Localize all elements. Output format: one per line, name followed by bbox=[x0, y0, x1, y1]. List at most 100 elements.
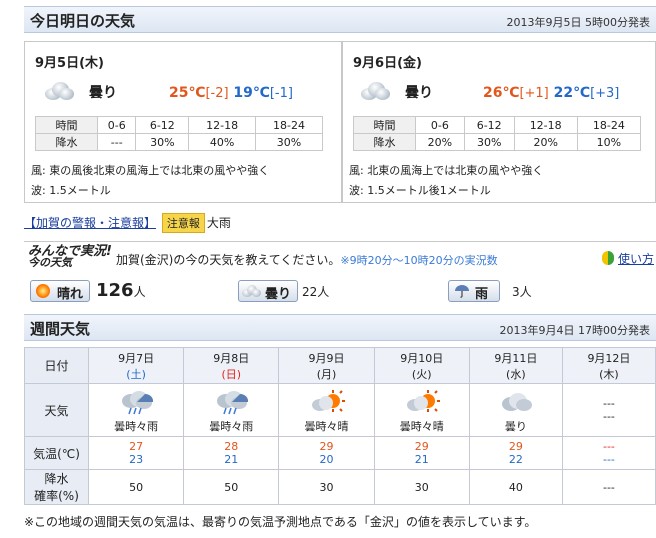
prompt-note: ※9時20分〜10時20分の実況数 bbox=[340, 254, 498, 267]
wave-text: 波: 1.5メートル後1メートル bbox=[349, 184, 491, 197]
weather-cell: 曇時々雨 bbox=[183, 383, 280, 437]
temp-cell: 29 21 bbox=[373, 436, 470, 470]
vote-label: 晴れ bbox=[57, 287, 84, 302]
weather-text: 曇り bbox=[89, 85, 117, 101]
high-temp-diff: [-2] bbox=[205, 86, 229, 101]
period-cell: 12-18 bbox=[513, 116, 578, 134]
date-cell: 9月9日 (月) bbox=[278, 347, 375, 384]
period-cell: 0-6 bbox=[415, 116, 465, 134]
rain-cell: --- bbox=[96, 133, 137, 151]
high-temp: 28 bbox=[224, 440, 239, 453]
weekly-header: 週間天気 2013年9月4日 17時00分発表 bbox=[24, 314, 656, 341]
day-date: 9月6日(金) bbox=[353, 56, 422, 71]
vote-sunny-button[interactable]: 晴れ bbox=[30, 280, 91, 302]
vote-count-number: 3 bbox=[512, 285, 520, 299]
row-header: 日付 bbox=[24, 347, 89, 384]
day-date: 9月5日(木) bbox=[35, 56, 104, 71]
vote-count-cloudy: 22人 bbox=[302, 283, 329, 300]
warning-text: 大雨 bbox=[206, 216, 231, 230]
temp-cell: 29 22 bbox=[468, 436, 563, 470]
weather-text: 曇時々雨 bbox=[209, 419, 254, 433]
low-temp-diff: [-1] bbox=[269, 86, 293, 101]
issued-time: 2013年9月4日 17時00分発表 bbox=[499, 324, 650, 337]
vote-count-rain: 3人 bbox=[512, 283, 532, 300]
cloud-icon bbox=[43, 80, 75, 102]
low-temp: 22 bbox=[508, 453, 523, 466]
low-temp: 21 bbox=[224, 453, 239, 466]
vote-count-sunny: 126人 bbox=[96, 280, 146, 301]
weather-text: 曇時々晴 bbox=[304, 419, 349, 433]
day-of-week: (土) bbox=[126, 367, 146, 381]
section-title: 週間天気 bbox=[30, 320, 91, 338]
weather-cell: 曇時々雨 bbox=[87, 383, 185, 437]
help-link-text[interactable]: 使い方 bbox=[618, 252, 654, 266]
section-title: 今日明日の天気 bbox=[30, 12, 136, 30]
weather-text: --- bbox=[602, 410, 615, 423]
rain-cell: 30% bbox=[135, 133, 190, 151]
rain-table-label: 時間 bbox=[353, 116, 416, 134]
precip-row: 降水 確率(%) 50 50 30 30 40 --- bbox=[24, 469, 656, 505]
row-header: 天気 bbox=[24, 383, 89, 437]
vote-cloudy-button[interactable]: 曇り bbox=[238, 280, 299, 302]
date-cell: 9月10日 (火) bbox=[373, 347, 470, 384]
cloud-rain-icon bbox=[212, 390, 250, 416]
weather-cell: 曇時々晴 bbox=[278, 383, 375, 437]
rain-cell: 40% bbox=[188, 133, 257, 151]
vote-count-unit: 人 bbox=[519, 285, 532, 299]
rain-table: 時間 0-6 6-12 12-18 18-24 降水 20% 30% 20% 1… bbox=[353, 116, 642, 151]
weather-text: 曇り bbox=[405, 85, 433, 101]
high-temp: 29 bbox=[508, 440, 523, 453]
temperature: 26℃[+1] 22℃[+3] bbox=[483, 85, 619, 101]
live-report-prompt: 加賀(金沢)の今の天気を教えてください。※9時20分〜10時20分の実況数 bbox=[116, 251, 498, 268]
temperature: 25℃[-2] 19℃[-1] bbox=[169, 85, 293, 101]
cloud-icon bbox=[497, 390, 535, 416]
wave-text: 波: 1.5メートル bbox=[31, 184, 111, 197]
tomorrow-panel: 9月6日(金) 曇り 26℃[+1] 22℃[+3] 時間 0-6 6-12 1… bbox=[342, 41, 656, 203]
help-link[interactable]: 使い方 bbox=[602, 250, 654, 267]
weather-text: 曇時々晴 bbox=[399, 419, 444, 433]
day-of-week: (木) bbox=[599, 367, 619, 381]
day-of-week: (火) bbox=[411, 367, 432, 381]
high-temp: 27 bbox=[129, 440, 144, 453]
live-report-box: みんなで実況! 今の天気 加賀(金沢)の今の天気を教えてください。※9時20分〜… bbox=[24, 241, 656, 307]
weather-text: 曇り bbox=[504, 419, 527, 433]
advisory-badge: 注意報 bbox=[161, 213, 205, 233]
day-of-week: (日) bbox=[221, 367, 242, 381]
pop-cell: 40 bbox=[468, 469, 563, 505]
rain-table-label: 時間 bbox=[35, 116, 98, 134]
pop-cell: 50 bbox=[183, 469, 280, 505]
vote-rain-button[interactable]: 雨 bbox=[448, 280, 500, 302]
vote-label: 曇り bbox=[265, 287, 292, 302]
today-tomorrow-header: 今日明日の天気 2013年9月5日 5時00分発表 bbox=[24, 6, 656, 33]
pop-cell: 30 bbox=[373, 469, 470, 505]
high-temp: --- bbox=[602, 440, 615, 453]
cloud-sun-icon bbox=[403, 389, 441, 416]
weather-cell: 曇時々晴 bbox=[373, 383, 470, 437]
cloud-sun-icon bbox=[308, 389, 346, 416]
period-cell: 6-12 bbox=[135, 116, 190, 134]
vote-label: 雨 bbox=[475, 287, 489, 302]
issued-time: 2013年9月5日 5時00分発表 bbox=[506, 16, 650, 29]
cloud-icon bbox=[359, 80, 391, 102]
weather-text: --- bbox=[602, 397, 615, 410]
low-temp: 21 bbox=[414, 453, 429, 466]
row-header: 気温(℃) bbox=[24, 436, 89, 470]
weekly-table: 日付 9月7日 (土) 9月8日 (日) 9月9日 (月) 9月10日 (火) 9月11… bbox=[24, 347, 656, 505]
temp-cell: 29 20 bbox=[278, 436, 375, 470]
period-cell: 12-18 bbox=[188, 116, 257, 134]
period-cell: 18-24 bbox=[576, 116, 642, 134]
high-temp: 29 bbox=[414, 440, 429, 453]
rain-cell: 20% bbox=[415, 133, 465, 151]
today-panel: 9月5日(木) 曇り 25℃[-2] 19℃[-1] 時間 0-6 6-12 1… bbox=[24, 41, 342, 203]
temperature-row: 気温(℃) 27 23 28 21 29 20 29 21 29 22 --- --- bbox=[24, 436, 656, 470]
low-temp: 19℃ bbox=[233, 85, 270, 101]
rain-table-label: 降水 bbox=[353, 133, 416, 151]
wind-text: 風: 北東の風海上では北東の風やや強く bbox=[349, 164, 544, 177]
temp-cell: --- --- bbox=[561, 436, 656, 470]
sun-icon bbox=[36, 284, 50, 298]
rain-cell: 10% bbox=[576, 133, 642, 151]
period-cell: 6-12 bbox=[463, 116, 515, 134]
warning-link[interactable]: 【加賀の警報・注意報】 bbox=[24, 216, 156, 230]
rain-cell: 30% bbox=[255, 133, 323, 151]
vote-count-number: 22 bbox=[302, 285, 318, 299]
